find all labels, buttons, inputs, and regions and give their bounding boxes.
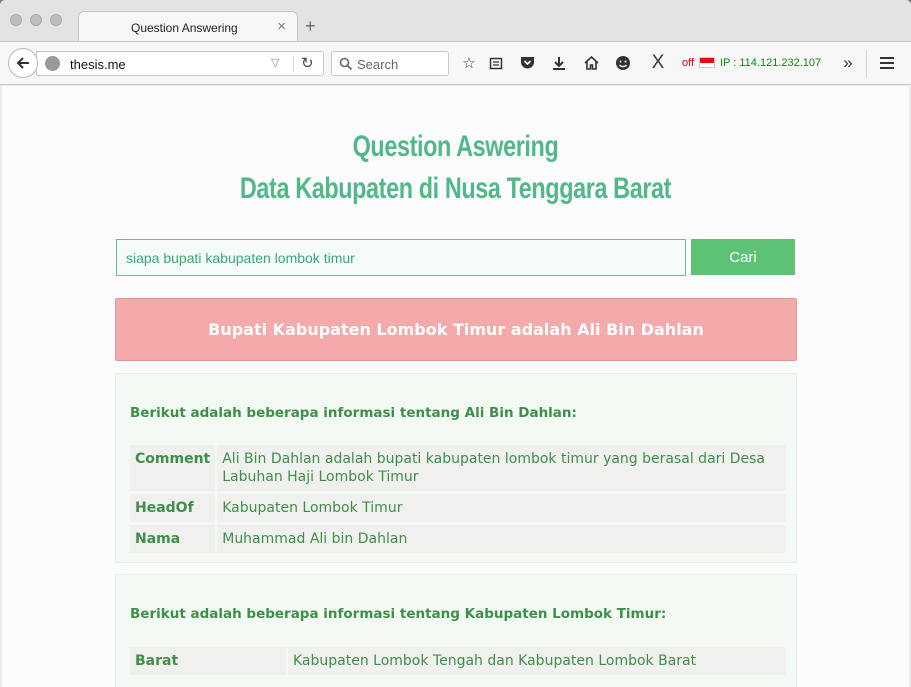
info-value: Kabupaten Lombok Tengah dan Kabupaten Lo… [288, 647, 786, 675]
url-text: thesis.me [70, 57, 126, 72]
extension-status: off [682, 57, 695, 69]
page-title: Question Aswering [352, 130, 559, 163]
table-row: Comment Ali Bin Dahlan adalah bupati kab… [130, 445, 786, 491]
indonesia-flag-icon [699, 57, 715, 68]
tab-title: Question Answering [131, 21, 238, 35]
back-button[interactable] [8, 48, 38, 78]
info-card-person: Berikut adalah beberapa informasi tentan… [115, 373, 797, 563]
x-extension-icon[interactable]: X [648, 52, 668, 73]
download-icon[interactable] [549, 53, 569, 73]
url-bar[interactable]: thesis.me ▽ ↻ [36, 51, 324, 76]
ip-address: IP : 114.121.232.107 [720, 57, 822, 69]
pocket-icon[interactable] [517, 53, 537, 73]
browser-search-bar[interactable]: Search [331, 51, 449, 76]
info-table: Barat Kabupaten Lombok Tengah dan Kabupa… [128, 644, 788, 678]
tab-question-answering[interactable]: Question Answering × [78, 11, 298, 42]
bookmark-star-icon[interactable]: ☆ [459, 53, 479, 73]
tab-bar: Question Answering × + [0, 0, 911, 42]
search-placeholder: Search [357, 57, 399, 72]
info-key: Barat [130, 647, 286, 675]
home-icon[interactable] [581, 53, 601, 73]
toolbar-separator [866, 50, 867, 78]
hamburger-menu-icon[interactable] [877, 53, 897, 73]
page-content: Question Aswering Data Kabupaten di Nusa… [2, 86, 909, 687]
info-card-heading: Berikut adalah beberapa informasi tentan… [130, 405, 577, 421]
info-key: Nama [130, 525, 216, 553]
answer-banner: Bupati Kabupaten Lombok Timur adalah Ali… [115, 298, 797, 361]
zoom-window-button[interactable] [50, 14, 62, 26]
back-arrow-icon [16, 57, 29, 69]
nav-bar: thesis.me ▽ ↻ Search ☆ X off IP: 114.12… [0, 41, 911, 85]
info-key: HeadOf [130, 494, 216, 522]
info-value: Kabupaten Lombok Timur [217, 494, 786, 522]
url-separator [293, 56, 294, 72]
smiley-icon[interactable] [613, 53, 633, 73]
info-table: Comment Ali Bin Dahlan adalah bupati kab… [128, 442, 788, 556]
reload-icon[interactable]: ↻ [301, 54, 314, 72]
info-card-regency: Berikut adalah beberapa informasi tentan… [115, 574, 797, 687]
search-icon [339, 57, 353, 71]
close-window-button[interactable] [10, 14, 22, 26]
info-card-heading: Berikut adalah beberapa informasi tentan… [130, 606, 667, 622]
browser-window: Question Answering × + thesis.me ▽ ↻ Sea… [0, 0, 911, 687]
overflow-chevron-icon[interactable]: » [838, 53, 858, 73]
tab-close-icon[interactable]: × [277, 18, 286, 35]
table-row: HeadOf Kabupaten Lombok Timur [130, 494, 786, 522]
table-row: Nama Muhammad Ali bin Dahlan [130, 525, 786, 553]
minimize-window-button[interactable] [30, 14, 42, 26]
url-dropdown-icon[interactable]: ▽ [271, 56, 279, 69]
question-input[interactable] [116, 239, 686, 276]
page-subtitle: Data Kabupaten di Nusa Tenggara Barat [239, 172, 672, 205]
cari-button[interactable]: Cari [691, 239, 795, 275]
reading-list-icon[interactable] [486, 53, 506, 73]
table-row: Barat Kabupaten Lombok Tengah dan Kabupa… [130, 647, 786, 675]
info-value: Ali Bin Dahlan adalah bupati kabupaten l… [217, 445, 786, 491]
info-value: Muhammad Ali bin Dahlan [217, 525, 786, 553]
new-tab-button[interactable]: + [305, 17, 316, 35]
info-key: Comment [130, 445, 216, 491]
globe-icon [45, 56, 60, 71]
